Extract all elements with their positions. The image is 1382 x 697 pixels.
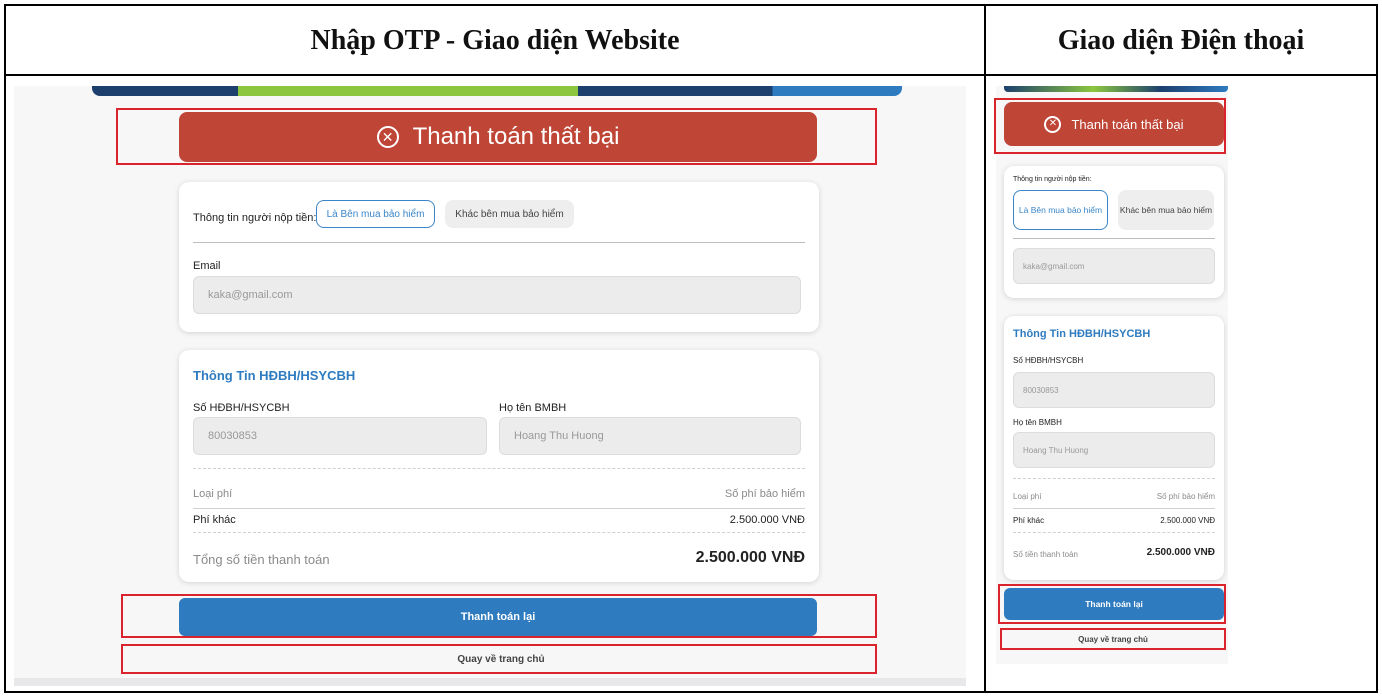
policy-section-title: Thông Tin HĐBH/HSYCBH [193, 368, 356, 383]
total-label: Tổng số tiền thanh toán [193, 552, 330, 567]
website-screenshot: ✕ Thanh toán thất bại Thông tin người nộ… [14, 86, 966, 686]
fee-amount-header: Số phí bảo hiểm [724, 488, 805, 500]
row-divider [1013, 508, 1215, 509]
total-value: 2.500.000 VNĐ [1146, 547, 1215, 558]
buyer-name-field[interactable]: Hoang Thu Huong [1013, 432, 1215, 468]
retry-payment-button[interactable]: Thanh toán lại [179, 598, 817, 636]
brand-topbar [92, 86, 902, 96]
fee-amount-value: 2.500.000 VNĐ [1160, 516, 1215, 525]
footer-strip [14, 678, 966, 686]
email-label: Email [193, 260, 221, 272]
buyer-name-label: Họ tên BMBH [1013, 418, 1062, 427]
buyer-name-label: Họ tên BMBH [499, 402, 567, 414]
fee-type-header: Loại phí [1013, 492, 1042, 501]
web-column-title: Nhập OTP - Giao diện Website [310, 25, 680, 56]
policy-section-title: Thông Tin HĐBH/HSYCBH [1013, 328, 1151, 340]
payer-self-option[interactable]: Là Bên mua bảo hiểm [316, 200, 435, 228]
payer-card: Thông tin người nộp tiền: Là Bên mua bảo… [179, 182, 819, 332]
policy-card: Thông Tin HĐBH/HSYCBH Số HĐBH/HSYCBH 800… [179, 350, 819, 582]
retry-payment-button[interactable]: Thanh toán lại [1004, 588, 1224, 620]
email-field[interactable]: kaka@gmail.com [1013, 248, 1215, 284]
fee-type-value: Phí khác [1013, 516, 1045, 525]
payment-failed-banner: ✕ Thanh toán thất bại [179, 112, 817, 162]
policy-number-label: Số HĐBH/HSYCBH [193, 402, 290, 414]
buyer-name-field[interactable]: Hoang Thu Huong [499, 417, 801, 455]
email-field[interactable]: kaka@gmail.com [193, 276, 801, 314]
dashed-divider [193, 532, 805, 533]
dashed-divider [193, 468, 805, 469]
total-value: 2.500.000 VNĐ [695, 549, 805, 566]
fee-amount-header: Số phí bảo hiểm [1156, 492, 1215, 501]
payer-other-option[interactable]: Khác bên mua bảo hiểm [445, 200, 574, 228]
policy-card: Thông Tin HĐBH/HSYCBH Số HĐBH/HSYCBH 800… [1004, 316, 1224, 580]
payer-card: Thông tin người nộp tiền: Là Bên mua bảo… [1004, 166, 1224, 298]
fee-type-header: Loại phí [193, 488, 233, 500]
x-circle-icon: ✕ [376, 126, 399, 148]
back-home-button[interactable]: Quay về trang chủ [1000, 628, 1226, 650]
payer-label: Thông tin người nộp tiền: [1013, 176, 1092, 183]
fee-type-value: Phí khác [193, 514, 236, 526]
payer-other-option[interactable]: Khác bên mua bảo hiểm [1118, 190, 1214, 230]
policy-number-field[interactable]: 80030853 [193, 417, 487, 455]
column-divider [984, 6, 986, 691]
brand-topbar [1004, 86, 1228, 92]
payment-failed-text: Thanh toán thất bại [412, 123, 620, 150]
divider [1013, 238, 1215, 239]
x-circle-icon: ✕ [1044, 115, 1062, 133]
total-label: Số tiền thanh toán [1013, 550, 1078, 559]
mobile-column-title: Giao diện Điện thoại [1057, 25, 1305, 56]
payment-failed-text: Thanh toán thất bại [1071, 116, 1184, 132]
payer-self-option[interactable]: Là Bên mua bảo hiểm [1013, 190, 1108, 230]
dashed-divider [1013, 532, 1215, 533]
dashed-divider [1013, 478, 1215, 479]
policy-number-label: Số HĐBH/HSYCBH [1013, 356, 1084, 365]
row-divider [193, 508, 805, 509]
policy-number-field[interactable]: 80030853 [1013, 372, 1215, 408]
payment-failed-banner: ✕ Thanh toán thất bại [1004, 102, 1224, 146]
fee-amount-value: 2.500.000 VNĐ [729, 514, 805, 526]
back-home-button[interactable]: Quay về trang chủ [126, 646, 876, 672]
payer-label: Thông tin người nộp tiền: [193, 212, 317, 224]
mobile-screenshot: ✕ Thanh toán thất bại Thông tin người nộ… [996, 86, 1228, 664]
divider [193, 242, 805, 243]
